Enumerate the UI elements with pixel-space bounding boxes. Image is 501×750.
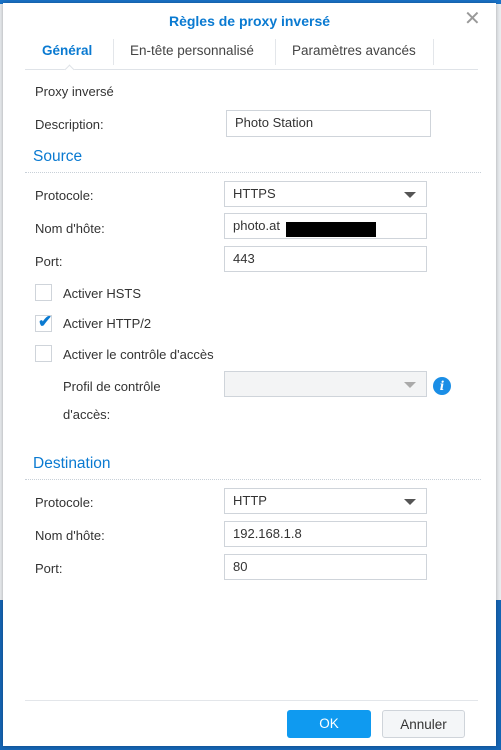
access-profile-label: Profil de contrôle bbox=[63, 379, 161, 394]
tab-divider bbox=[433, 39, 434, 65]
active-tab-indicator bbox=[64, 64, 75, 75]
tab-underline bbox=[25, 69, 478, 70]
destination-port-input[interactable]: 80 bbox=[224, 554, 427, 580]
destination-protocol-select[interactable]: HTTP bbox=[224, 488, 427, 514]
tab-divider bbox=[113, 39, 114, 65]
tab-general[interactable]: Général bbox=[42, 43, 92, 58]
destination-hostname-input[interactable]: 192.168.1.8 bbox=[224, 521, 427, 547]
access-profile-select[interactable] bbox=[224, 371, 427, 397]
access-control-label: Activer le contrôle d'accès bbox=[63, 347, 214, 362]
description-input[interactable]: Photo Station bbox=[226, 110, 431, 137]
reverse-proxy-dialog: Règles de proxy inversé ✕ Général En-têt… bbox=[3, 3, 496, 746]
destination-port-label: Port: bbox=[35, 561, 63, 576]
proxy-section-label: Proxy inversé bbox=[35, 84, 114, 99]
access-control-checkbox[interactable] bbox=[35, 345, 52, 362]
tab-advanced-settings[interactable]: Paramètres avancés bbox=[292, 43, 416, 58]
source-hostname-label: Nom d'hôte: bbox=[35, 221, 105, 236]
footer-divider bbox=[25, 700, 478, 701]
source-port-label: Port: bbox=[35, 254, 63, 269]
section-divider bbox=[25, 479, 481, 480]
source-heading: Source bbox=[33, 148, 83, 165]
tab-divider bbox=[275, 39, 276, 65]
destination-protocol-label: Protocole: bbox=[35, 495, 94, 510]
source-protocol-select[interactable]: HTTPS bbox=[224, 181, 427, 207]
cancel-button[interactable]: Annuler bbox=[382, 710, 465, 738]
source-protocol-label: Protocole: bbox=[35, 188, 94, 203]
chevron-down-icon bbox=[404, 499, 416, 505]
description-label: Description: bbox=[35, 117, 104, 132]
http2-checkbox[interactable]: ✔ bbox=[35, 312, 53, 332]
access-profile-label-cont: d'accès: bbox=[63, 407, 111, 422]
source-protocol-value: HTTPS bbox=[233, 186, 276, 201]
chevron-down-icon bbox=[404, 192, 416, 198]
section-divider bbox=[25, 172, 481, 173]
chevron-down-icon bbox=[404, 382, 416, 388]
checkmark-icon: ✔ bbox=[38, 312, 53, 331]
source-port-input[interactable]: 443 bbox=[224, 246, 427, 272]
destination-protocol-value: HTTP bbox=[233, 493, 267, 508]
http2-label: Activer HTTP/2 bbox=[63, 316, 152, 331]
hsts-checkbox[interactable] bbox=[35, 284, 52, 301]
redaction-box bbox=[286, 222, 376, 237]
info-icon[interactable]: i bbox=[433, 377, 451, 395]
tab-custom-header[interactable]: En-tête personnalisé bbox=[130, 43, 254, 58]
dialog-title: Règles de proxy inversé bbox=[168, 13, 331, 29]
ok-button[interactable]: OK bbox=[287, 710, 371, 738]
destination-heading: Destination bbox=[33, 455, 111, 472]
destination-hostname-label: Nom d'hôte: bbox=[35, 528, 105, 543]
close-icon[interactable]: ✕ bbox=[464, 9, 481, 29]
hsts-label: Activer HSTS bbox=[63, 286, 142, 301]
